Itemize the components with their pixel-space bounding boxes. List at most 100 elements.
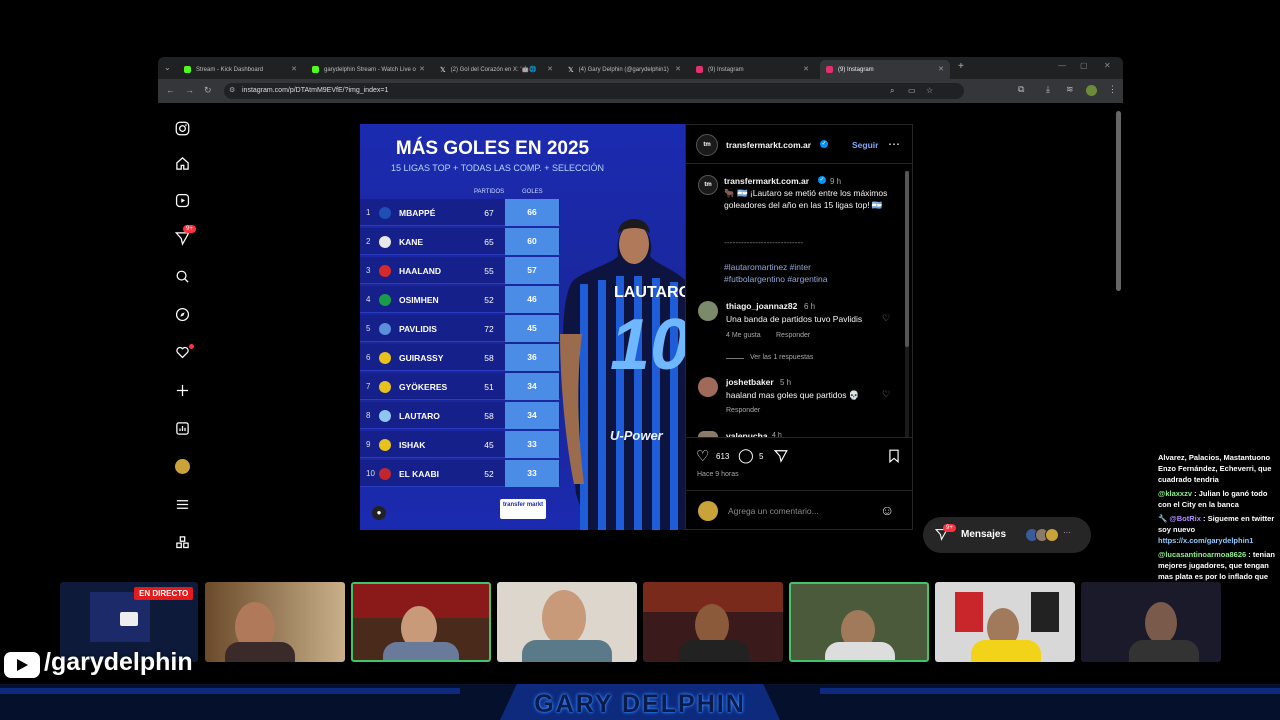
comment-username[interactable]: joshetbaker xyxy=(726,377,774,387)
stream-footer: GARY DELPHIN xyxy=(0,684,1280,720)
extensions-icon[interactable]: ⧉ xyxy=(1018,84,1024,95)
scorer-matches: 45 xyxy=(484,440,494,450)
view-replies-button[interactable]: Ver las 1 respuestas xyxy=(750,354,813,361)
close-icon[interactable]: ✕ xyxy=(547,65,553,73)
instagram-page: 9+ MÁS GOLES EN 2025 15 LIGAS TOP + TODA… xyxy=(158,103,1123,577)
window-close-button[interactable]: ✕ xyxy=(1104,61,1111,70)
graphic-title: MÁS GOLES EN 2025 xyxy=(395,138,590,159)
share-icon[interactable] xyxy=(773,449,788,468)
comment-likes[interactable]: 4 Me gusta xyxy=(726,332,761,339)
comment-reply-button[interactable]: Responder xyxy=(776,332,810,339)
forward-icon[interactable]: → xyxy=(185,85,194,95)
instagram-icon xyxy=(826,66,833,73)
commenter-avatar[interactable] xyxy=(698,377,718,397)
emoji-icon[interactable]: ☺ xyxy=(880,502,894,518)
comment-reply-button[interactable]: Responder xyxy=(726,407,760,414)
graphic-subtitle: 15 LIGAS TOP + TODAS LAS COMP. + SELECCI… xyxy=(390,163,605,173)
commenter-avatar[interactable] xyxy=(698,301,718,321)
follow-button[interactable]: Seguir xyxy=(852,140,878,150)
tab-kick-stream[interactable]: garydelphin Stream - Watch Live o ✕ xyxy=(306,60,431,79)
scorer-matches: 52 xyxy=(484,469,494,479)
scorer-matches: 55 xyxy=(484,266,494,276)
more-menu-icon[interactable] xyxy=(172,494,192,514)
save-icon[interactable] xyxy=(888,449,900,468)
live-badge: EN DIRECTO xyxy=(134,587,194,600)
instagram-logo-icon[interactable] xyxy=(172,118,192,138)
tab-x-gary[interactable]: 𝕏 (4) Gary Delphin (@garydelphin1) ✕ xyxy=(562,60,687,79)
scorer-name: LAUTARO xyxy=(399,411,440,421)
maximize-button[interactable]: ▢ xyxy=(1080,61,1088,70)
also-from-meta-icon[interactable] xyxy=(172,532,192,552)
comment-text: haaland mas goles que partidos 💀 xyxy=(726,390,860,400)
scorer-row: 8 LAUTARO 58 34 xyxy=(360,402,560,429)
more-options-icon[interactable]: ⋯ xyxy=(888,137,900,151)
youtube-icon xyxy=(4,652,40,678)
site-info-icon[interactable]: ⚙ xyxy=(229,83,235,99)
minimize-button[interactable]: — xyxy=(1058,61,1066,70)
close-icon[interactable]: ✕ xyxy=(291,65,297,73)
col-goles: GOLES xyxy=(522,189,543,195)
scorer-name: GYÖKERES xyxy=(399,382,448,392)
tab-kick-dashboard[interactable]: Stream - Kick Dashboard ✕ xyxy=(178,60,303,79)
tab-search-icon[interactable]: ⌄ xyxy=(164,63,171,72)
comment-input[interactable]: Agrega un comentario... xyxy=(728,506,819,516)
scorer-name: MBAPPÉ xyxy=(399,208,436,218)
replies-line xyxy=(726,358,744,359)
scorer-row: 1 MBAPPÉ 67 66 xyxy=(360,199,560,226)
account-name[interactable]: transfermarkt.com.ar xyxy=(726,140,811,150)
comments-scrollbar[interactable] xyxy=(905,171,909,437)
tab-instagram-1[interactable]: (9) Instagram ✕ xyxy=(690,60,815,79)
download-icon[interactable]: ⤓ xyxy=(1046,84,1050,95)
new-tab-button[interactable]: + xyxy=(958,61,964,72)
notification-dot xyxy=(189,344,194,349)
page-scrollbar[interactable] xyxy=(1116,111,1121,571)
scorer-rank: 7 xyxy=(366,382,371,391)
comment-username[interactable]: thiago_joannaz82 xyxy=(726,301,797,311)
back-icon[interactable]: ← xyxy=(166,85,175,95)
comment-icon[interactable]: ◯ xyxy=(738,447,754,464)
close-icon[interactable]: ✕ xyxy=(675,65,681,73)
tab-x-gol[interactable]: 𝕏 (2) Gol del Corazón en X: '🤖🌐 ✕ xyxy=(434,60,559,79)
like-icon[interactable]: ♡ xyxy=(696,447,709,465)
address-toolbar: ← → ↻ ⚙ instagram.com/p/DTAtmM9EVfE/?img… xyxy=(158,79,1123,103)
post-details-panel: tm transfermarkt.com.ar ✓ Seguir ⋯ tm tr… xyxy=(685,124,913,530)
comment-like-icon[interactable]: ♡ xyxy=(882,389,890,400)
media-icon[interactable]: ≋ xyxy=(1066,84,1074,95)
tagged-user-icon[interactable]: ● xyxy=(372,506,386,520)
search-icon[interactable] xyxy=(172,266,192,286)
home-icon[interactable] xyxy=(172,153,192,173)
scorer-rank: 1 xyxy=(366,208,371,217)
close-icon[interactable]: ✕ xyxy=(803,65,809,73)
bookmark-star-icon[interactable]: ☆ xyxy=(926,83,933,99)
close-icon[interactable]: ✕ xyxy=(419,65,425,73)
country-flag-icon xyxy=(379,236,391,248)
footer-stripe xyxy=(0,688,460,694)
account-avatar[interactable]: tm xyxy=(696,134,718,156)
scorer-row: 5 PAVLIDIS 72 45 xyxy=(360,315,560,342)
caption-avatar[interactable]: tm xyxy=(698,175,718,195)
reels-icon[interactable] xyxy=(172,190,192,210)
tab-label: (4) Gary Delphin (@garydelphin1) xyxy=(578,66,669,73)
zoom-icon[interactable]: ⌕ xyxy=(890,83,894,99)
post-image[interactable]: MÁS GOLES EN 2025 15 LIGAS TOP + TODAS L… xyxy=(360,124,685,530)
tab-instagram-2[interactable]: (9) Instagram ✕ xyxy=(820,60,950,79)
profile-icon[interactable] xyxy=(172,456,192,476)
scorer-rank: 2 xyxy=(366,237,371,246)
profile-avatar[interactable] xyxy=(1086,85,1097,96)
create-plus-icon[interactable] xyxy=(172,380,192,400)
close-icon[interactable]: ✕ xyxy=(938,65,944,73)
reload-icon[interactable]: ↻ xyxy=(204,85,212,96)
caption-username[interactable]: transfermarkt.com.ar xyxy=(724,176,809,186)
messages-button[interactable]: 9+ Mensajes ··· xyxy=(923,517,1091,553)
chat-user: @klaxxzv xyxy=(1158,489,1193,498)
divider xyxy=(686,163,912,164)
explore-icon[interactable] xyxy=(172,304,192,324)
menu-dots-icon[interactable]: ⋮ xyxy=(1108,84,1117,95)
url-bar[interactable]: ⚙ instagram.com/p/DTAtmM9EVfE/?img_index… xyxy=(224,83,964,99)
dashboard-icon[interactable] xyxy=(172,418,192,438)
scorer-rank: 5 xyxy=(366,324,371,333)
cast-icon[interactable]: ▭ xyxy=(908,83,916,99)
country-flag-icon xyxy=(379,381,391,393)
comment-like-icon[interactable]: ♡ xyxy=(882,313,890,324)
caption-hashtags[interactable]: #lautaromartinez #inter #futbolargentino… xyxy=(724,261,874,285)
